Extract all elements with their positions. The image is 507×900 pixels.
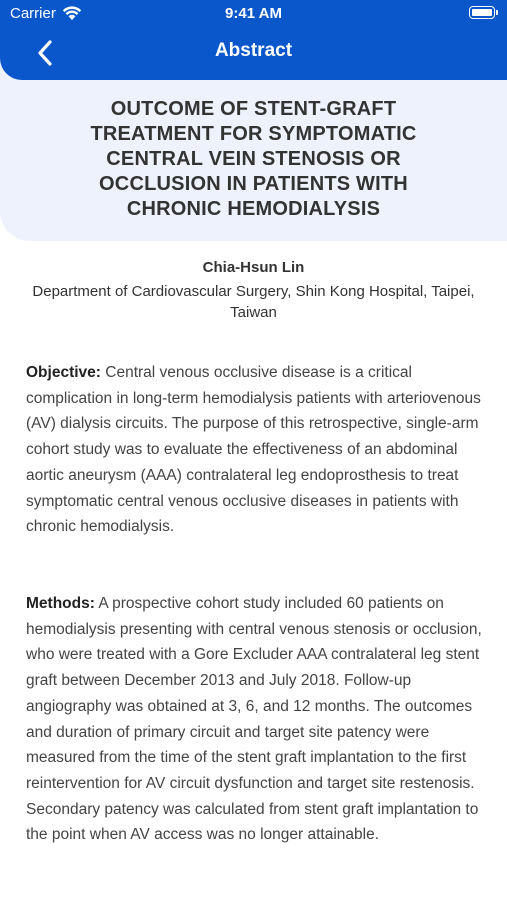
objective-text: Central venous occlusive disease is a cr…: [26, 364, 481, 536]
status-bar: Carrier 9:41 AM: [0, 0, 507, 28]
navigation-bar: Carrier 9:41 AM Abstract: [0, 0, 507, 80]
battery-icon: [469, 6, 498, 19]
methods-label: Methods:: [26, 595, 95, 612]
methods-text: A prospective cohort study included 60 p…: [26, 595, 482, 844]
objective-label: Objective:: [26, 364, 101, 381]
clock: 9:41 AM: [225, 5, 282, 22]
objective-paragraph: Objective: Central venous occlusive dise…: [26, 360, 484, 540]
article-title: OUTCOME OF STENT-GRAFT TREATMENT FOR SYM…: [90, 98, 417, 220]
author-name: Chia-Hsun Lin: [202, 259, 305, 276]
author-affiliation: Department of Cardiovascular Surgery, Sh…: [32, 283, 475, 321]
page-title: Abstract: [214, 40, 293, 61]
methods-paragraph: Methods: A prospective cohort study incl…: [26, 591, 484, 848]
